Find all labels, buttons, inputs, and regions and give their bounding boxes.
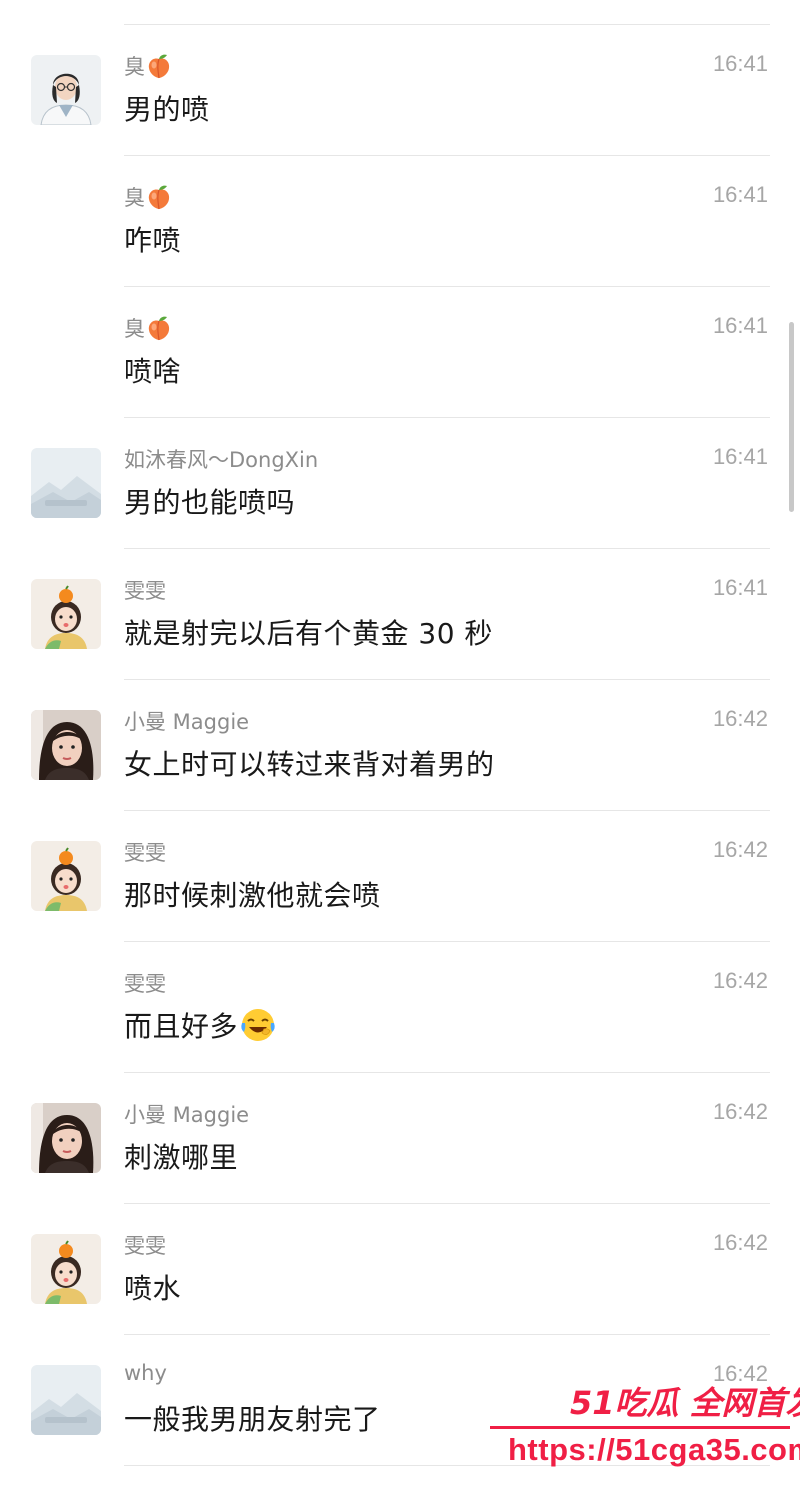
message-time: 16:42 bbox=[712, 968, 768, 993]
placeholder-avatar[interactable] bbox=[31, 1365, 101, 1435]
chat-message[interactable]: 雯雯 16:42 而且好多 bbox=[0, 942, 800, 1073]
message-text: 喷水 bbox=[124, 1272, 182, 1305]
watermark-underline bbox=[490, 1426, 790, 1429]
laughing-emoji-icon bbox=[240, 1007, 276, 1043]
sender-name: 小曼 Maggie bbox=[124, 710, 250, 734]
sender-name: 臭 bbox=[124, 182, 172, 212]
woman-avatar[interactable] bbox=[31, 710, 101, 780]
sender-name: 雯雯 bbox=[124, 1234, 166, 1258]
watermark: 51吃瓜 全网首发 https://51cga35.com bbox=[490, 1370, 800, 1480]
scrollbar[interactable] bbox=[789, 322, 794, 512]
message-time: 16:42 bbox=[712, 1099, 768, 1124]
message-time: 16:41 bbox=[712, 444, 768, 469]
chat-message[interactable]: 雯雯 16:42 喷水 bbox=[0, 1204, 800, 1335]
peach-emoji-icon bbox=[146, 315, 172, 341]
sender-name: 臭 bbox=[124, 51, 172, 81]
message-text: 就是射完以后有个黄金 30 秒 bbox=[124, 617, 493, 650]
message-time: 16:42 bbox=[712, 1230, 768, 1255]
watermark-brand: 51吃瓜 全网首发 bbox=[570, 1384, 800, 1422]
message-text: 喷啥 bbox=[124, 355, 182, 388]
sender-name: 雯雯 bbox=[124, 579, 166, 603]
message-time: 16:41 bbox=[712, 182, 768, 207]
peach-emoji-icon bbox=[146, 53, 172, 79]
sender-name: 雯雯 bbox=[124, 841, 166, 865]
message-time: 16:41 bbox=[712, 575, 768, 600]
chat-message[interactable]: 小曼 Maggie 16:42 刺激哪里 bbox=[0, 1073, 800, 1204]
message-text: 男的也能喷吗 bbox=[124, 486, 296, 519]
placeholder-avatar[interactable] bbox=[31, 448, 101, 518]
girl-avatar[interactable] bbox=[31, 841, 101, 911]
peach-emoji-icon bbox=[146, 184, 172, 210]
chat-message[interactable]: 臭 16:41 男的喷 bbox=[0, 25, 800, 156]
sender-name: why bbox=[124, 1361, 167, 1385]
chat-message[interactable]: 小曼 Maggie 16:42 女上时可以转过来背对着男的 bbox=[0, 680, 800, 811]
chat-message[interactable]: 臭 16:41 咋喷 bbox=[0, 156, 800, 287]
message-text: 那时候刺激他就会喷 bbox=[124, 879, 381, 912]
sender-name: 小曼 Maggie bbox=[124, 1103, 250, 1127]
doctor-avatar[interactable] bbox=[31, 55, 101, 125]
message-text: 而且好多 bbox=[124, 1005, 276, 1045]
message-time: 16:41 bbox=[712, 51, 768, 76]
girl-avatar[interactable] bbox=[31, 579, 101, 649]
girl-avatar[interactable] bbox=[31, 1234, 101, 1304]
sender-name: 臭 bbox=[124, 313, 172, 343]
message-time: 16:42 bbox=[712, 837, 768, 862]
message-text: 女上时可以转过来背对着男的 bbox=[124, 748, 495, 781]
message-text: 一般我男朋友射完了 bbox=[124, 1403, 381, 1436]
chat-message[interactable]: 如沐春风～DongXin 16:41 男的也能喷吗 bbox=[0, 418, 800, 549]
message-time: 16:42 bbox=[712, 706, 768, 731]
woman-avatar[interactable] bbox=[31, 1103, 101, 1173]
message-text: 刺激哪里 bbox=[124, 1141, 239, 1174]
chat-message[interactable]: 雯雯 16:42 那时候刺激他就会喷 bbox=[0, 811, 800, 942]
chat-message[interactable]: 臭 16:41 喷啥 bbox=[0, 287, 800, 418]
sender-name: 雯雯 bbox=[124, 972, 166, 996]
message-text: 咋喷 bbox=[124, 224, 182, 257]
sender-name: 如沐春风～DongXin bbox=[124, 448, 319, 472]
message-text: 男的喷 bbox=[124, 93, 210, 126]
message-time: 16:41 bbox=[712, 313, 768, 338]
watermark-url: https://51cga35.com bbox=[508, 1432, 800, 1467]
chat-message[interactable]: 雯雯 16:41 就是射完以后有个黄金 30 秒 bbox=[0, 549, 800, 680]
